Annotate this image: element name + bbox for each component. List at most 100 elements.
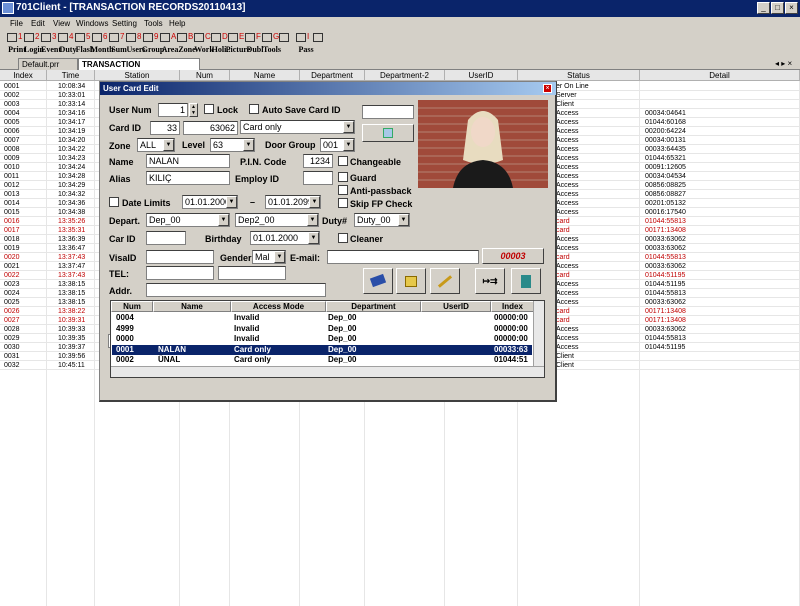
menu-setting[interactable]: Setting	[112, 19, 137, 28]
gender-label: Gender	[220, 253, 252, 263]
car-id-input[interactable]	[146, 231, 186, 245]
menu-edit[interactable]: Edit	[31, 19, 45, 28]
alias-input[interactable]: KILIÇ	[146, 171, 230, 185]
list-item[interactable]: 0004 Invalid Dep_00 00000:00	[112, 313, 532, 323]
menu-view[interactable]: View	[53, 19, 70, 28]
erase-button[interactable]	[363, 268, 393, 294]
depart-select[interactable]: Dep_00 ▼	[146, 213, 230, 227]
card-id-a-input[interactable]: 33	[150, 121, 180, 135]
grid-column-header[interactable]: Name	[230, 70, 300, 81]
minimize-button[interactable]: _	[757, 2, 770, 14]
code-button[interactable]: 00003	[482, 248, 544, 264]
toolbar-icon	[75, 33, 85, 42]
user-num-input[interactable]: 1	[158, 103, 188, 117]
list-item[interactable]: 4999 Invalid Dep_00 00000:00	[112, 324, 532, 334]
email-input[interactable]	[327, 250, 479, 264]
card-mode-select[interactable]: Card only ▼	[240, 120, 355, 134]
birthday-picker[interactable]: 01.01.2000 ▼	[250, 231, 320, 245]
toolbar-icon	[41, 33, 51, 42]
visa-id-input[interactable]	[146, 250, 214, 264]
exit-button[interactable]	[511, 268, 541, 294]
level-select[interactable]: 63 ▼	[210, 138, 255, 152]
read-card-button[interactable]	[362, 124, 414, 142]
list-hscroll[interactable]	[111, 366, 544, 377]
save-button[interactable]	[396, 268, 426, 294]
list-item[interactable]: 0002 ÜNAL Card only Dep_00 01044:51	[112, 355, 532, 365]
card-id-b-input[interactable]: 63062	[183, 121, 238, 135]
grid-column-header[interactable]: Department-2	[365, 70, 445, 81]
list-item[interactable]: 0001 NALAN Card only Dep_00 00033:63	[112, 344, 532, 355]
cell-status: card	[556, 308, 570, 315]
auto-save-field[interactable]	[362, 105, 414, 119]
tel2-input[interactable]	[218, 266, 286, 280]
col-name[interactable]: Name	[153, 301, 231, 312]
gender-select[interactable]: Mal ▼	[252, 250, 286, 264]
close-button[interactable]: ×	[785, 2, 798, 14]
menu-help[interactable]: Help	[169, 19, 185, 28]
grid-column-header[interactable]: Detail	[640, 70, 800, 81]
col-num[interactable]: Num	[111, 301, 153, 312]
user-num-spinner[interactable]: ▲ ▼	[189, 103, 198, 117]
list-cell-index: 00033:63	[494, 344, 528, 354]
dialog-close-icon[interactable]: ×	[543, 84, 552, 93]
menu-windows[interactable]: Windows	[76, 19, 108, 28]
menu-file[interactable]: File	[10, 19, 23, 28]
tab-transaction-records[interactable]: TRANSACTION RECORDS20110413	[78, 58, 200, 78]
changeable-checkbox[interactable]	[338, 156, 348, 166]
cell-index: 0024	[4, 290, 20, 297]
col-department[interactable]: Department	[326, 301, 421, 312]
date-from-picker[interactable]: 01.01.2000 ▼	[182, 195, 238, 209]
employ-id-input[interactable]	[303, 171, 333, 185]
guard-checkbox[interactable]	[338, 172, 348, 182]
cell-index: 0020	[4, 254, 20, 261]
cleaner-checkbox[interactable]	[338, 233, 348, 243]
name-input[interactable]: NALAN	[146, 154, 230, 168]
tel-input[interactable]	[146, 266, 214, 280]
lock-checkbox[interactable]	[204, 104, 214, 114]
grid-column-header[interactable]: Status	[518, 70, 640, 81]
grid-column-header[interactable]: Department	[300, 70, 365, 81]
list-cell-mode: Card only	[234, 344, 271, 354]
antipassback-checkbox[interactable]	[338, 185, 348, 195]
grid-column-header[interactable]: Station	[95, 70, 180, 81]
cell-detail: 00856:08825	[645, 182, 686, 189]
date-limits-checkbox[interactable]	[109, 197, 119, 207]
date-limits-label: Date Limits	[122, 198, 171, 208]
col-index[interactable]: Index	[491, 301, 534, 312]
cell-detail: 00856:08827	[645, 191, 686, 198]
addr-input[interactable]	[146, 283, 326, 297]
sort-button[interactable]: ↦⇉	[475, 268, 505, 294]
edit-button[interactable]	[430, 268, 460, 294]
tab-nav-icons[interactable]: ◂ ▸ ×	[775, 59, 792, 68]
cell-time: 10:34:20	[58, 137, 86, 144]
cell-status: Access	[556, 299, 579, 306]
chevron-down-icon: ▼	[274, 251, 285, 263]
card-list[interactable]: Num Name Access Mode Department UserID I…	[110, 300, 545, 378]
tab-default[interactable]: Default.prr	[18, 58, 78, 70]
door-group-select[interactable]: 001 ▼	[320, 138, 355, 152]
list-cell-dept: Dep_00	[328, 313, 357, 322]
cell-status: card	[556, 218, 570, 225]
grid-column-header[interactable]: UserID	[445, 70, 518, 81]
list-item[interactable]: 0000 Invalid Dep_00 00000:00	[112, 334, 532, 344]
toolbar-button[interactable]	[312, 32, 332, 56]
eraser-icon	[369, 273, 387, 288]
auto-save-checkbox[interactable]	[249, 104, 259, 114]
grid-column-header[interactable]: Index	[0, 70, 47, 81]
cell-detail: 01044:65321	[645, 155, 686, 162]
duty-select[interactable]: Duty_00 ▼	[354, 213, 410, 227]
grid-column-header[interactable]: Num	[180, 70, 230, 81]
grid-column-header[interactable]: Time	[47, 70, 95, 81]
date-to-picker[interactable]: 01.01.2099 ▼	[265, 195, 321, 209]
skip-fp-checkbox[interactable]	[338, 198, 348, 208]
cell-status: Client	[556, 362, 574, 369]
depart2-select[interactable]: Dep2_00 ▼	[235, 213, 319, 227]
col-userid[interactable]: UserID	[421, 301, 491, 312]
pin-input[interactable]: 1234	[303, 154, 333, 168]
toolbar-hotkey: 8	[137, 32, 142, 41]
maximize-button[interactable]: □	[771, 2, 784, 14]
list-vscroll[interactable]	[533, 301, 544, 366]
menu-tools[interactable]: Tools	[144, 19, 163, 28]
col-access-mode[interactable]: Access Mode	[231, 301, 326, 312]
zone-select[interactable]: ALL ▼	[137, 138, 175, 152]
